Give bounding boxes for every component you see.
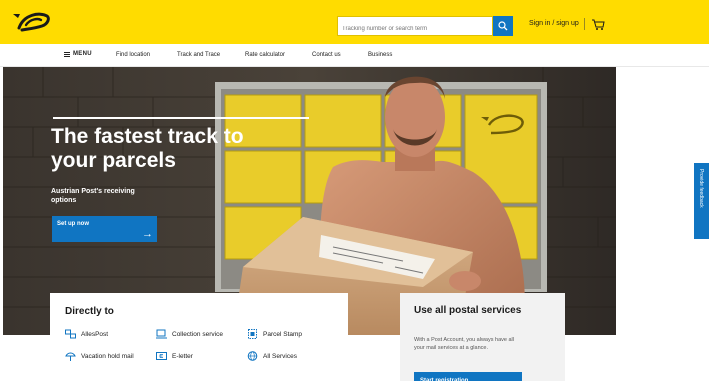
search-input[interactable] [338,20,488,38]
arrow-right-icon: → [142,228,153,240]
cart-icon [592,19,605,30]
parcel-stamp-icon [248,329,257,339]
feedback-label: Provide feedback [698,169,704,208]
allespost-link[interactable]: AllesPost [65,329,108,339]
nav-find-location[interactable]: Find location [116,52,150,58]
nav-track-and-trace[interactable]: Track and Trace [177,52,220,58]
postal-heading: Use all postal services [414,305,522,316]
parcel-stamp-label: Parcel Stamp [263,330,303,338]
vacation-hold-icon [65,352,76,361]
vacation-hold-mail-link[interactable]: Vacation hold mail [65,351,134,361]
search-field [337,16,493,38]
search-icon [498,21,508,31]
signin-link[interactable]: Sign in / sign up [529,20,579,27]
directly-to-heading: Directly to [65,306,114,317]
postal-description: With a Post Account, you always have all… [414,337,514,351]
cart-button[interactable] [591,17,605,31]
post-horn-icon [13,12,50,32]
allespost-icon [65,329,76,339]
search-button[interactable] [493,16,513,36]
allespost-label: AllesPost [81,330,109,338]
parcel-stamp-link[interactable]: Parcel Stamp [247,329,302,339]
hamburger-icon [64,51,70,57]
globe-icon [247,351,258,361]
hero-subtitle: Austrian Post's receiving options [51,188,135,204]
hero-divider [53,117,309,119]
e-letter-icon [156,352,167,360]
start-registration-button[interactable]: Start registration [414,372,522,381]
all-services-link[interactable]: All Services [247,351,297,361]
directly-to-panel: Directly to AllesPost Collection service… [50,293,348,381]
collection-service-icon [156,329,167,339]
menu-label: MENU [73,51,92,57]
cta-label: Set up now [57,221,89,227]
nav-rate-calculator[interactable]: Rate calculator [245,52,285,58]
header-divider [584,18,585,30]
nav-contact-us[interactable]: Contact us [312,52,341,58]
e-letter-link[interactable]: E-letter [156,351,193,361]
collection-service-label: Collection service [172,330,223,338]
top-header: Sign in / sign up [0,0,709,44]
menu-button[interactable]: MENU [64,51,92,57]
hero-title: The fastest track to your parcels [51,125,244,172]
provide-feedback-tab[interactable]: Provide feedback [694,163,709,239]
set-up-now-button[interactable]: Set up now → [52,216,157,242]
main-navigation: MENU Find location Track and Trace Rate … [0,44,709,67]
postal-services-panel: Use all postal services With a Post Acco… [400,293,565,381]
collection-service-link[interactable]: Collection service [156,329,223,339]
vacation-hold-mail-label: Vacation hold mail [81,352,134,360]
all-services-label: All Services [263,352,297,360]
nav-business[interactable]: Business [368,52,392,58]
post-logo[interactable] [10,10,52,34]
e-letter-label: E-letter [172,352,193,360]
